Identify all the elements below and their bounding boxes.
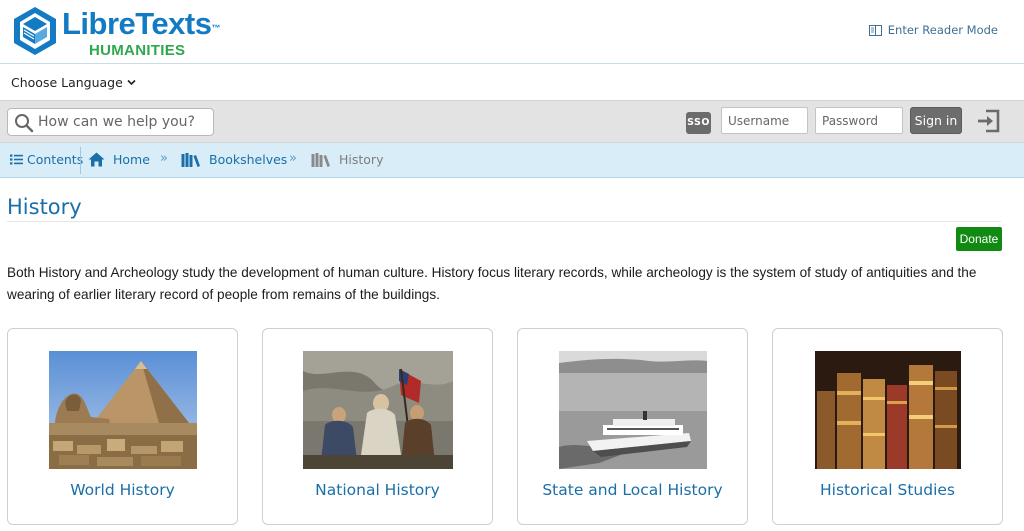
card-title[interactable]: Historical Studies — [773, 481, 1002, 499]
sso-button[interactable]: SSO — [686, 112, 711, 134]
breadcrumb-separator: » — [289, 151, 297, 166]
breadcrumb-item-history: History — [311, 152, 383, 167]
card-historical-studies[interactable]: Historical Studies — [772, 328, 1003, 525]
logo-trademark: ™ — [211, 23, 220, 33]
old-books-image — [815, 351, 961, 469]
breadcrumb-item-bookshelves[interactable]: Bookshelves — [181, 152, 287, 167]
ferry-boat-photo-image — [559, 351, 707, 469]
breadcrumb: Contents Home » Bookshelves » History — [0, 143, 1024, 178]
card-title[interactable]: State and Local History — [518, 481, 747, 499]
books-icon — [311, 152, 330, 167]
language-row: Choose Language — [0, 64, 1024, 100]
choose-language-dropdown[interactable]: Choose Language — [11, 75, 136, 90]
page-title: History — [7, 195, 82, 219]
breadcrumb-separator: » — [160, 151, 168, 166]
sign-in-button[interactable]: Sign in — [910, 107, 962, 134]
reader-mode-icon — [868, 24, 882, 36]
enter-reader-mode-link[interactable]: Enter Reader Mode — [868, 23, 998, 37]
card-national-history[interactable]: National History — [262, 328, 493, 525]
login-icon[interactable] — [975, 108, 1001, 134]
card-state-and-local-history[interactable]: State and Local History — [517, 328, 748, 525]
search-box[interactable] — [7, 108, 214, 136]
breadcrumb-divider — [80, 147, 81, 174]
books-icon — [181, 152, 200, 167]
contents-label: Contents — [27, 152, 84, 167]
reader-mode-label: Enter Reader Mode — [887, 23, 998, 37]
logo-subtitle: HUMANITIES — [89, 42, 186, 59]
site-header: LibreTexts™ HUMANITIES Enter Reader Mode — [0, 0, 1024, 64]
search-icon — [15, 114, 34, 133]
breadcrumb-item-home[interactable]: Home — [88, 152, 150, 167]
username-field[interactable] — [721, 107, 808, 134]
search-input[interactable] — [38, 110, 210, 134]
breadcrumb-history-label: History — [339, 152, 384, 167]
spirit-of-76-painting-image — [303, 351, 453, 469]
contents-button[interactable]: Contents — [10, 152, 83, 167]
page-description: Both History and Archeology study the de… — [7, 265, 977, 302]
card-world-history[interactable]: World History — [7, 328, 238, 525]
donate-button[interactable]: Donate — [956, 227, 1002, 251]
pyramids-sphinx-image — [49, 351, 197, 469]
title-divider — [7, 221, 1001, 222]
choose-language-label: Choose Language — [11, 75, 123, 90]
chevron-down-icon — [127, 79, 136, 86]
logo-mark-icon — [14, 7, 56, 55]
card-title[interactable]: World History — [8, 481, 237, 499]
logo-name: LibreTexts™ — [62, 6, 220, 41]
password-field[interactable] — [815, 107, 903, 134]
libretexts-logo[interactable]: LibreTexts™ HUMANITIES — [12, 4, 220, 60]
card-title[interactable]: National History — [263, 481, 492, 499]
breadcrumb-home-label: Home — [113, 152, 150, 167]
list-icon — [10, 154, 23, 165]
home-icon — [88, 152, 105, 167]
breadcrumb-bookshelves-label: Bookshelves — [209, 152, 288, 167]
